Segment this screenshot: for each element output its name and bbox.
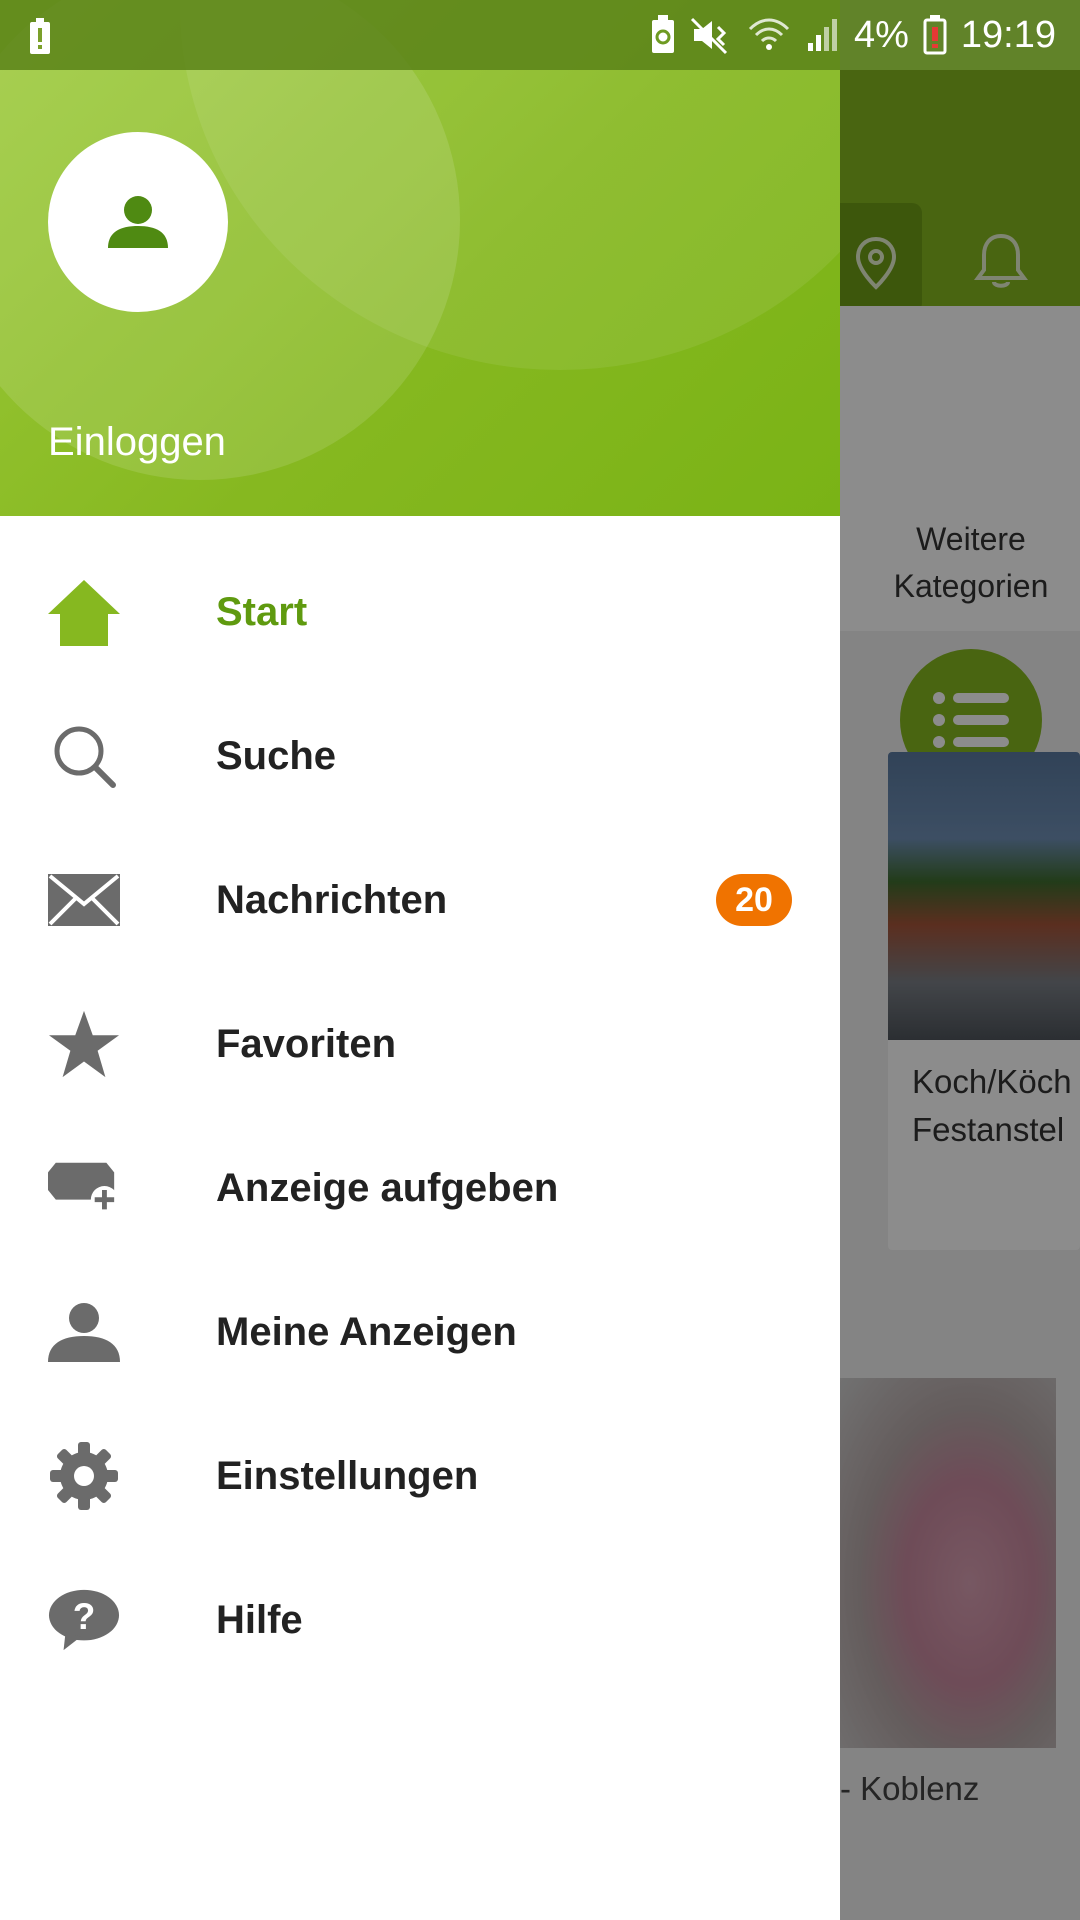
avatar[interactable] bbox=[48, 132, 228, 312]
menu-item-label: Start bbox=[216, 589, 308, 634]
menu-item-meine-anzeigen[interactable]: Meine Anzeigen bbox=[0, 1260, 840, 1404]
menu-item-suche[interactable]: Suche bbox=[0, 684, 840, 828]
user-icon bbox=[108, 196, 168, 248]
add-ad-icon bbox=[48, 1152, 120, 1224]
menu-item-hilfe[interactable]: ? Hilfe bbox=[0, 1548, 840, 1692]
battery-saver-icon bbox=[651, 15, 674, 53]
menu-item-favoriten[interactable]: Favoriten bbox=[0, 972, 840, 1116]
login-link[interactable]: Einloggen bbox=[48, 420, 226, 465]
wifi-icon bbox=[748, 18, 790, 50]
user-icon bbox=[48, 1296, 120, 1368]
help-icon: ? bbox=[48, 1584, 120, 1656]
menu-item-label: Anzeige aufgeben bbox=[216, 1165, 559, 1210]
mail-icon bbox=[48, 864, 120, 936]
star-icon bbox=[48, 1008, 120, 1080]
battery-alert-icon bbox=[30, 18, 50, 54]
battery-icon bbox=[923, 15, 947, 55]
menu-item-label: Nachrichten bbox=[216, 877, 448, 922]
mute-icon bbox=[690, 17, 728, 55]
menu-item-nachrichten[interactable]: Nachrichten 20 bbox=[0, 828, 840, 972]
menu-item-label: Einstellungen bbox=[216, 1453, 479, 1498]
status-bar: 4% 19:19 bbox=[0, 0, 1080, 70]
menu-item-label: Favoriten bbox=[216, 1021, 397, 1066]
menu-item-label: Hilfe bbox=[216, 1597, 303, 1642]
menu-item-einstellungen[interactable]: Einstellungen bbox=[0, 1404, 840, 1548]
menu-item-start[interactable]: Start bbox=[0, 540, 840, 684]
navigation-drawer: Einloggen Start Suche Nachrichten 20 Fav… bbox=[0, 0, 840, 1920]
home-icon bbox=[48, 576, 120, 648]
menu-item-label: Suche bbox=[216, 733, 337, 778]
battery-percent: 4% bbox=[853, 13, 909, 56]
clock: 19:19 bbox=[960, 13, 1056, 56]
svg-text:?: ? bbox=[73, 1596, 96, 1637]
drawer-menu: Start Suche Nachrichten 20 Favoriten Anz… bbox=[0, 540, 840, 1692]
drawer-header: Einloggen bbox=[0, 0, 840, 516]
menu-item-anzeige-aufgeben[interactable]: Anzeige aufgeben bbox=[0, 1116, 840, 1260]
unread-badge: 20 bbox=[716, 874, 792, 926]
gear-icon bbox=[48, 1440, 120, 1512]
menu-item-label: Meine Anzeigen bbox=[216, 1309, 517, 1354]
signal-icon bbox=[807, 19, 837, 51]
search-icon bbox=[48, 720, 120, 792]
